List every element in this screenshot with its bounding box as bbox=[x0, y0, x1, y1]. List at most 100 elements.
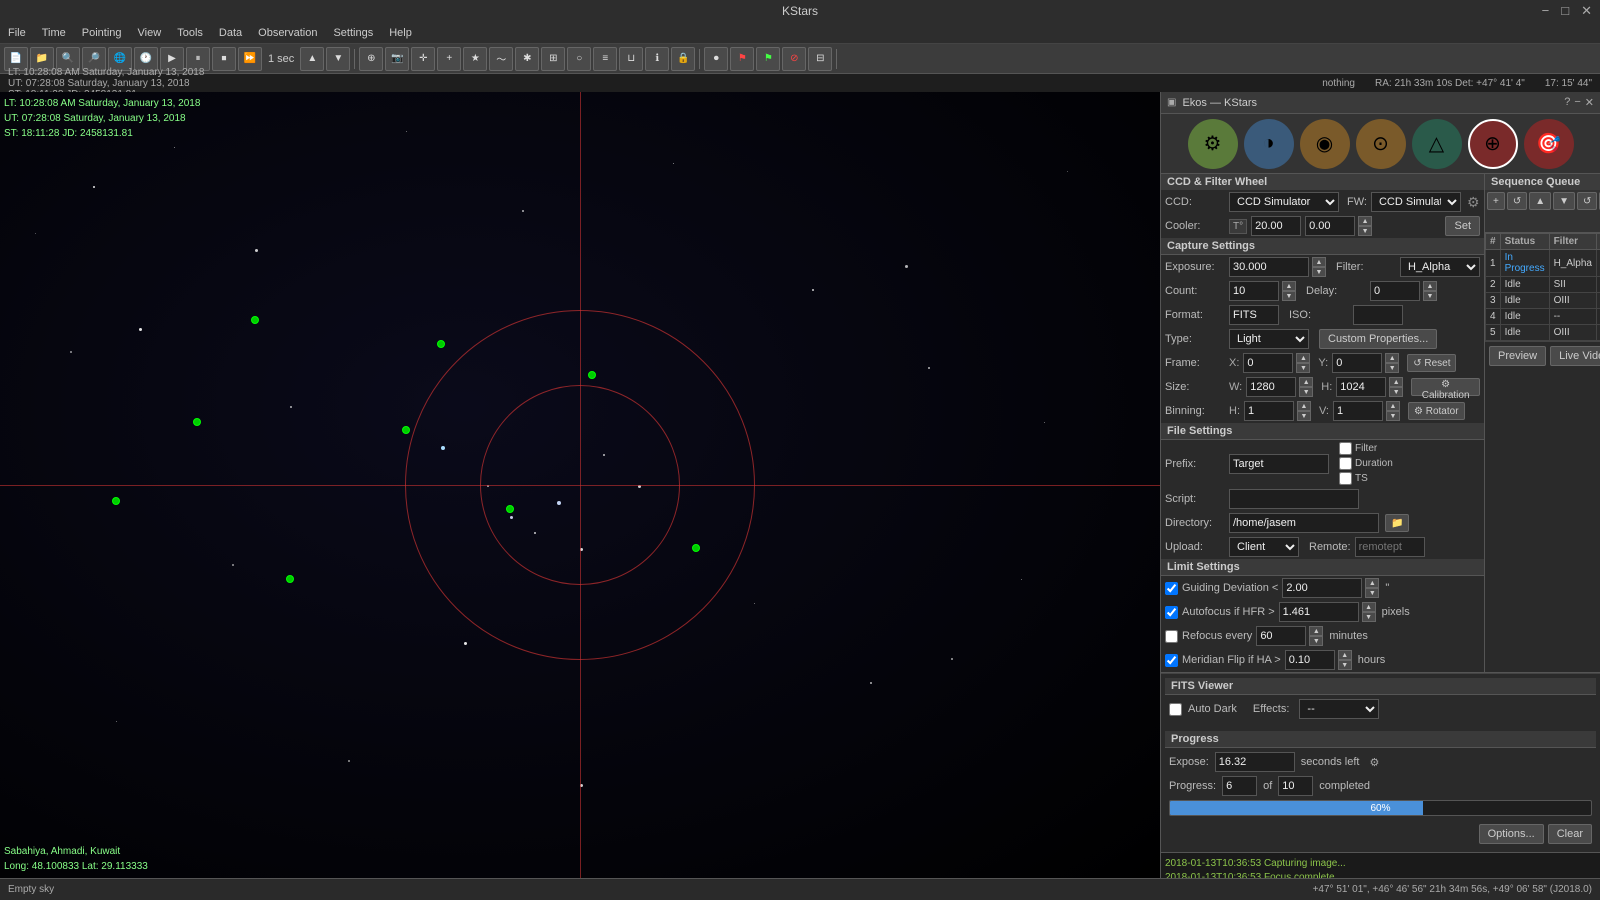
ekos-indi-icon[interactable]: ◑ bbox=[1244, 119, 1294, 169]
duration-check-label[interactable]: Duration bbox=[1339, 457, 1393, 470]
menu-pointing[interactable]: Pointing bbox=[74, 25, 130, 41]
y-up[interactable]: ▲ bbox=[1385, 353, 1399, 363]
af-up[interactable]: ▲ bbox=[1362, 602, 1376, 612]
frame-x-input[interactable] bbox=[1243, 353, 1293, 373]
tb-flag-red[interactable]: ⚑ bbox=[730, 47, 754, 71]
temp-current-input[interactable] bbox=[1305, 216, 1355, 236]
guiding-checkbox[interactable] bbox=[1165, 582, 1178, 595]
table-row[interactable]: 1In ProgressH_AlphaLight1x130 bbox=[1486, 250, 1600, 277]
seq-refresh-btn[interactable]: ↺ bbox=[1577, 192, 1597, 210]
tb-fwd[interactable]: ⏩ bbox=[238, 47, 262, 71]
fw-select[interactable]: CCD Simulator bbox=[1371, 192, 1461, 212]
ekos-align-icon[interactable]: ⊕ bbox=[1468, 119, 1518, 169]
tb-wave[interactable]: 〜 bbox=[489, 47, 513, 71]
bin-h-input[interactable] bbox=[1244, 401, 1294, 421]
tb-star[interactable]: ★ bbox=[463, 47, 487, 71]
tb-cam[interactable]: 📷 bbox=[385, 47, 409, 71]
size-h-input[interactable] bbox=[1336, 377, 1386, 397]
rotator-btn[interactable]: ⚙ Rotator bbox=[1408, 402, 1465, 420]
temp-up[interactable]: ▲ bbox=[1358, 216, 1372, 226]
directory-input[interactable] bbox=[1229, 513, 1379, 533]
guiding-input[interactable] bbox=[1282, 578, 1362, 598]
table-row[interactable]: 3IdleOIIILight1x130 bbox=[1486, 293, 1600, 309]
reset-btn[interactable]: ↺ Reset bbox=[1407, 354, 1456, 372]
maximize-btn[interactable]: □ bbox=[1557, 3, 1573, 19]
guiding-down[interactable]: ▼ bbox=[1365, 588, 1379, 598]
table-row[interactable]: 4Idle--Dark1x130 bbox=[1486, 309, 1600, 325]
tb-stop[interactable]: ⏹ bbox=[212, 47, 236, 71]
table-row[interactable]: 5IdleOIIIFlat1x130 bbox=[1486, 325, 1600, 341]
tb-asterisk[interactable]: ✱ bbox=[515, 47, 539, 71]
type-select[interactable]: Light bbox=[1229, 329, 1309, 349]
autofocus-input[interactable] bbox=[1279, 602, 1359, 622]
directory-browse-btn[interactable]: 📁 bbox=[1385, 514, 1409, 532]
af-down[interactable]: ▼ bbox=[1362, 612, 1376, 622]
rf-down[interactable]: ▼ bbox=[1309, 636, 1323, 646]
ekos-focus-icon[interactable]: ⊙ bbox=[1356, 119, 1406, 169]
effects-select[interactable]: -- bbox=[1299, 699, 1379, 719]
binv-up[interactable]: ▲ bbox=[1386, 401, 1400, 411]
w-up[interactable]: ▲ bbox=[1299, 377, 1313, 387]
tb-cross[interactable]: ✛ bbox=[411, 47, 435, 71]
ccd-settings-icon[interactable]: ⚙ bbox=[1467, 194, 1480, 211]
mer-up[interactable]: ▲ bbox=[1338, 650, 1352, 660]
tb-lines[interactable]: ≡ bbox=[593, 47, 617, 71]
bin-v-input[interactable] bbox=[1333, 401, 1383, 421]
minimize-btn[interactable]: − bbox=[1538, 3, 1554, 19]
mer-down[interactable]: ▼ bbox=[1338, 660, 1352, 670]
ts-checkbox[interactable] bbox=[1339, 472, 1352, 485]
delay-input[interactable] bbox=[1370, 281, 1420, 301]
tb-target[interactable]: ⊕ bbox=[359, 47, 383, 71]
panel-scroll-area[interactable]: CCD & Filter Wheel CCD: CCD Simulator FW… bbox=[1161, 174, 1600, 878]
exp-down[interactable]: ▼ bbox=[1312, 267, 1326, 277]
sky-view[interactable]: LT: 10:28:08 AM Saturday, January 13, 20… bbox=[0, 92, 1160, 878]
remote-input[interactable] bbox=[1355, 537, 1425, 557]
prefix-input[interactable] bbox=[1229, 454, 1329, 474]
seq-up-btn[interactable]: ▲ bbox=[1529, 192, 1551, 210]
w-down[interactable]: ▼ bbox=[1299, 387, 1313, 397]
binh-up[interactable]: ▲ bbox=[1297, 401, 1311, 411]
temp-set-btn[interactable]: Set bbox=[1445, 216, 1480, 236]
menu-time[interactable]: Time bbox=[34, 25, 74, 41]
tb-info[interactable]: ℹ bbox=[645, 47, 669, 71]
tb-no-entry[interactable]: ⊘ bbox=[782, 47, 806, 71]
expose-value-input[interactable] bbox=[1215, 752, 1295, 772]
binh-down[interactable]: ▼ bbox=[1297, 411, 1311, 421]
tb-circle[interactable]: ○ bbox=[567, 47, 591, 71]
temp-down[interactable]: ▼ bbox=[1358, 226, 1372, 236]
duration-checkbox[interactable] bbox=[1339, 457, 1352, 470]
meridian-input[interactable] bbox=[1285, 650, 1335, 670]
script-input[interactable] bbox=[1229, 489, 1359, 509]
tb-plus[interactable]: + bbox=[437, 47, 461, 71]
ekos-capture-icon[interactable]: ◉ bbox=[1300, 119, 1350, 169]
menu-help[interactable]: Help bbox=[381, 25, 420, 41]
menu-data[interactable]: Data bbox=[211, 25, 250, 41]
filter-check-label[interactable]: Filter bbox=[1339, 442, 1393, 455]
cnt-down[interactable]: ▼ bbox=[1282, 291, 1296, 301]
x-down[interactable]: ▼ bbox=[1296, 363, 1310, 373]
exposure-input[interactable] bbox=[1229, 257, 1309, 277]
count-input[interactable] bbox=[1229, 281, 1279, 301]
meridian-checkbox[interactable] bbox=[1165, 654, 1178, 667]
delay-down[interactable]: ▼ bbox=[1423, 291, 1437, 301]
ekos-help[interactable]: ? bbox=[1564, 96, 1570, 109]
x-up[interactable]: ▲ bbox=[1296, 353, 1310, 363]
upload-select[interactable]: Client bbox=[1229, 537, 1299, 557]
tb-lock[interactable]: 🔒 bbox=[671, 47, 695, 71]
tb-step-down[interactable]: ▼ bbox=[326, 47, 350, 71]
h-up[interactable]: ▲ bbox=[1389, 377, 1403, 387]
tb-step-up[interactable]: ▲ bbox=[300, 47, 324, 71]
guiding-up[interactable]: ▲ bbox=[1365, 578, 1379, 588]
menu-tools[interactable]: Tools bbox=[169, 25, 211, 41]
autofocus-checkbox[interactable] bbox=[1165, 606, 1178, 619]
tb-grid[interactable]: ⊞ bbox=[541, 47, 565, 71]
seq-down-btn[interactable]: ▼ bbox=[1553, 192, 1575, 210]
cnt-up[interactable]: ▲ bbox=[1282, 281, 1296, 291]
tb-flag-green[interactable]: ⚑ bbox=[756, 47, 780, 71]
auto-dark-checkbox[interactable] bbox=[1169, 703, 1182, 716]
ekos-scheduler-icon[interactable]: 🎯 bbox=[1524, 119, 1574, 169]
size-w-input[interactable] bbox=[1246, 377, 1296, 397]
preview-btn[interactable]: Preview bbox=[1489, 346, 1546, 366]
ekos-setup-icon[interactable]: ⚙ bbox=[1188, 119, 1238, 169]
iso-input[interactable] bbox=[1353, 305, 1403, 325]
